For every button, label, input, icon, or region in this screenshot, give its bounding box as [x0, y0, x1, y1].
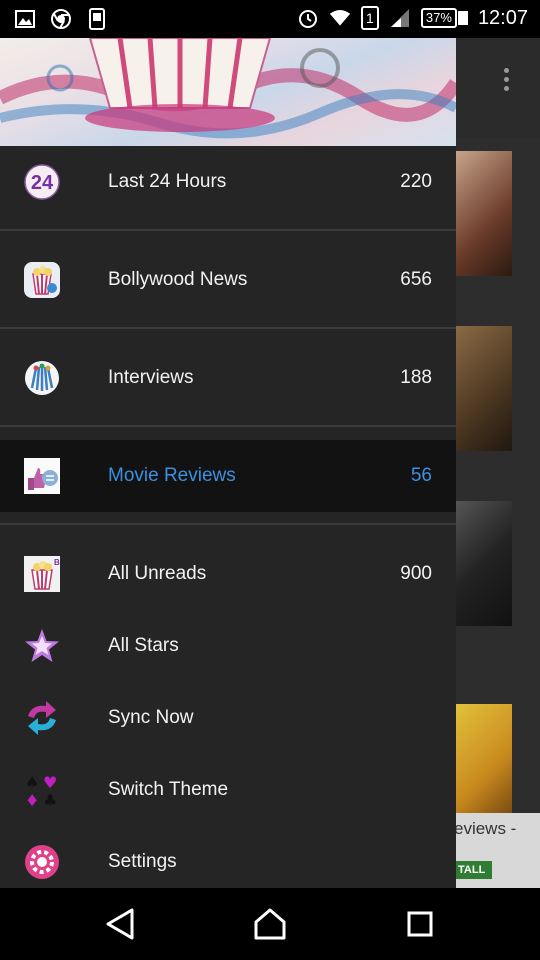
alarm-icon	[297, 7, 319, 29]
drawer-item-label: Movie Reviews	[108, 465, 236, 486]
background-feed: eviews - TALL	[454, 38, 540, 888]
sim-slot-icon: 1	[360, 6, 379, 30]
ad-text: eviews -	[454, 819, 517, 838]
divider	[0, 425, 456, 427]
ad-install-button[interactable]: TALL	[456, 861, 492, 879]
drawer-header-image	[0, 38, 456, 146]
svg-text:B: B	[54, 558, 60, 567]
drawer-item-settings[interactable]: Settings	[0, 826, 456, 888]
drawer-item-label: Interviews	[108, 367, 194, 388]
chrome-notification-icon	[50, 8, 72, 30]
svg-text:24: 24	[31, 172, 54, 194]
drawer-item-movie-reviews[interactable]: Movie Reviews 56	[0, 440, 456, 512]
divider	[0, 523, 456, 525]
drawer-item-label: Settings	[108, 851, 177, 872]
gallery-notification-icon	[14, 8, 36, 30]
drawer-item-count: 220	[400, 171, 432, 192]
recent-apps-icon[interactable]	[402, 906, 438, 942]
feed-thumbnail[interactable]	[456, 501, 512, 626]
star-icon	[24, 628, 60, 664]
thumbs-review-icon	[24, 458, 60, 494]
sync-icon	[24, 700, 60, 736]
app-toolbar	[456, 38, 540, 138]
app-notification-icon	[86, 8, 108, 30]
drawer-item-switch-theme[interactable]: ♠ ♥ ♦ ♣ Switch Theme	[0, 754, 456, 826]
drawer-item-interviews[interactable]: Interviews 188	[0, 342, 456, 414]
drawer-item-bollywood-news[interactable]: Bollywood News 656	[0, 244, 456, 316]
back-icon[interactable]	[102, 906, 138, 942]
feed-thumbnail[interactable]	[456, 151, 512, 276]
status-bar: 1 37% 12:07	[0, 0, 540, 38]
drawer-item-all-stars[interactable]: All Stars	[0, 610, 456, 682]
svg-text:♠: ♠	[25, 773, 39, 792]
drawer-item-label: Bollywood News	[108, 269, 248, 290]
unread-icon: B	[24, 556, 60, 592]
gear-icon	[24, 844, 60, 880]
drawer-item-count: 188	[400, 367, 432, 388]
drawer-item-all-unreads[interactable]: B All Unreads 900	[0, 538, 456, 610]
popcorn-icon	[24, 262, 60, 298]
24-hours-icon: 24	[24, 164, 60, 200]
svg-text:♦: ♦	[25, 791, 39, 808]
drawer-item-label: All Unreads	[108, 563, 207, 584]
svg-text:♥: ♥	[43, 773, 57, 792]
drawer-item-count: 56	[410, 465, 432, 486]
drawer-item-label: Switch Theme	[108, 779, 229, 800]
navigation-drawer: 24 Last 24 Hours 220 Bollywood News 656 …	[0, 38, 456, 888]
drawer-item-sync-now[interactable]: Sync Now	[0, 682, 456, 754]
drawer-item-label: All Stars	[108, 635, 179, 656]
battery-indicator: 37%	[420, 8, 468, 28]
interview-icon	[24, 360, 60, 396]
system-navigation-bar	[0, 888, 540, 960]
divider	[0, 327, 456, 329]
battery-percent: 37%	[420, 8, 457, 28]
divider	[0, 229, 456, 231]
charging-icon	[457, 11, 468, 25]
feed-thumbnail[interactable]	[456, 704, 512, 814]
drawer-item-label: Last 24 Hours	[108, 171, 227, 192]
feed-thumbnail[interactable]	[456, 326, 512, 451]
svg-text:♣: ♣	[43, 791, 57, 808]
home-icon[interactable]	[252, 906, 288, 942]
signal-icon	[389, 7, 411, 29]
drawer-item-last-24-hours[interactable]: 24 Last 24 Hours 220	[0, 146, 456, 218]
overflow-menu-icon[interactable]	[504, 68, 510, 95]
drawer-item-count: 656	[400, 269, 432, 290]
card-suits-icon: ♠ ♥ ♦ ♣	[24, 772, 60, 810]
wifi-icon	[329, 7, 351, 29]
status-time: 12:07	[477, 6, 528, 29]
ad-banner[interactable]: eviews - TALL	[454, 813, 540, 888]
drawer-item-label: Sync Now	[108, 707, 194, 728]
drawer-item-count: 900	[400, 563, 432, 584]
